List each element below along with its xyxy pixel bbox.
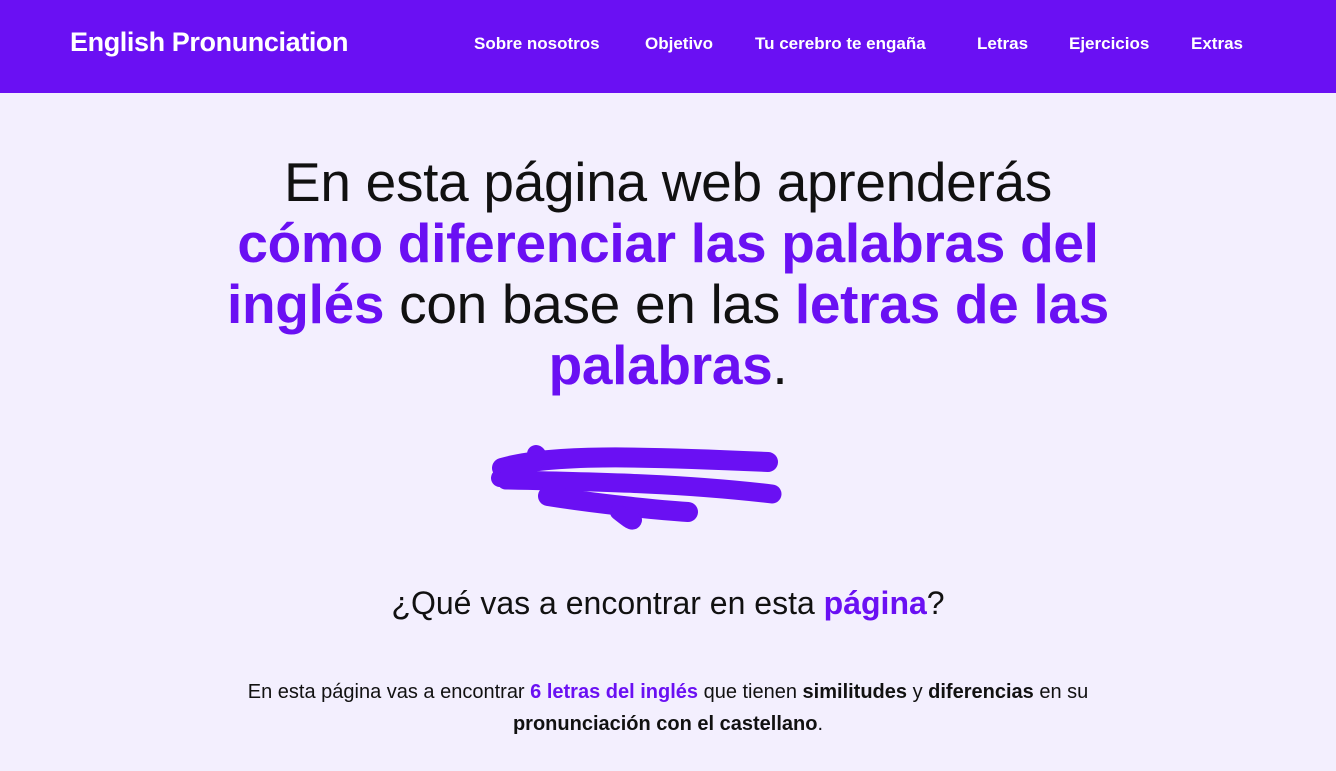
hero-line-2: cómo diferenciar las palabras del: [0, 213, 1336, 274]
section-heading: ¿Qué vas a encontrar en esta página?: [0, 585, 1336, 622]
hero-accent-text: letras de las: [794, 273, 1109, 335]
hero-plain-text: con base en las: [384, 273, 795, 335]
brand-logo-link[interactable]: English Pronunciation: [70, 27, 349, 58]
intro-strong-text: diferencias: [928, 681, 1034, 703]
nav-link-tu-cerebro[interactable]: Tu cerebro te engaña: [755, 34, 926, 54]
intro-text: que tienen: [698, 681, 803, 703]
nav-link-extras[interactable]: Extras: [1191, 34, 1243, 54]
nav-link-ejercicios[interactable]: Ejercicios: [1069, 34, 1149, 54]
hero-period: .: [772, 334, 788, 396]
intro-line-2: pronunciación con el castellano.: [0, 708, 1336, 740]
intro-text: y: [907, 681, 929, 703]
intro-text: .: [817, 713, 824, 735]
intro-text: en su: [1033, 681, 1089, 703]
hero-line-1: En esta página web aprenderás: [284, 151, 1052, 213]
section-heading-text: ?: [926, 585, 945, 621]
section-heading-text: ¿Qué vas a encontrar en esta: [391, 585, 824, 621]
intro-text: En esta página vas a encontrar: [247, 681, 531, 703]
intro-line-1: En esta página vas a encontrar 6 letras …: [0, 676, 1336, 708]
intro-strong-text: similitudes: [802, 681, 908, 703]
top-navbar: English Pronunciation Sobre nosotros Obj…: [0, 0, 1336, 93]
nav-link-objetivo[interactable]: Objetivo: [645, 34, 713, 54]
hero-accent-text: palabras: [548, 334, 773, 396]
hero-line-3: inglés con base en las letras de las: [0, 274, 1336, 335]
decorative-scribble-graphic: [491, 445, 782, 530]
hero-heading: En esta página web aprenderás cómo difer…: [0, 152, 1336, 396]
intro-strong-text: pronunciación con el castellano: [512, 713, 818, 735]
hero-line-4: palabras.: [0, 335, 1336, 396]
nav-link-letras[interactable]: Letras: [977, 34, 1028, 54]
section-heading-accent: página: [823, 585, 927, 621]
hero-accent-text: inglés: [227, 273, 385, 335]
hero-accent-text: cómo diferenciar las palabras del: [237, 212, 1099, 274]
intro-paragraph: En esta página vas a encontrar 6 letras …: [0, 676, 1336, 740]
intro-accent-text: 6 letras del inglés: [530, 681, 699, 703]
nav-link-sobre-nosotros[interactable]: Sobre nosotros: [474, 34, 600, 54]
